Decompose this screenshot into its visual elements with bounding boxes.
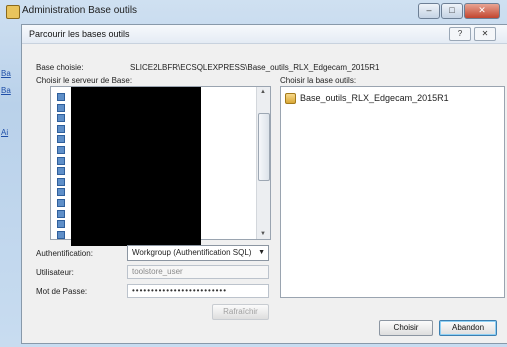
refresh-button[interactable]: Rafraîchir bbox=[212, 304, 269, 320]
database-icon bbox=[285, 92, 296, 104]
chevron-down-icon: ▼ bbox=[258, 249, 265, 256]
password-label: Mot de Passe: bbox=[36, 287, 88, 296]
side-link-1[interactable]: Ba bbox=[1, 69, 11, 78]
scroll-down-icon[interactable]: ▼ bbox=[259, 231, 267, 237]
close-window-icon[interactable]: ✕ bbox=[464, 3, 500, 19]
base-list[interactable]: Base_outils_RLX_Edgecam_2015R1 bbox=[280, 86, 505, 298]
server-icon[interactable] bbox=[57, 156, 65, 165]
side-link-3[interactable]: Ai bbox=[1, 128, 8, 137]
maximize-icon[interactable]: □ bbox=[441, 3, 463, 19]
dialog-title: Parcourir les bases outils bbox=[29, 29, 130, 39]
server-icon[interactable] bbox=[57, 199, 65, 207]
server-icon[interactable] bbox=[57, 146, 65, 154]
outer-window: Administration Base outils – □ ✕ Ba Ba A… bbox=[0, 0, 507, 347]
app-icon bbox=[6, 5, 20, 19]
server-icon[interactable] bbox=[57, 188, 65, 197]
server-icon[interactable] bbox=[57, 167, 65, 176]
server-list[interactable]: ▲ ▼ bbox=[50, 86, 271, 246]
scroll-up-icon[interactable]: ▲ bbox=[259, 89, 267, 95]
side-link-2[interactable]: Ba bbox=[1, 86, 11, 95]
server-icon[interactable] bbox=[57, 230, 65, 239]
browse-dialog: Parcourir les bases outils ? ✕ Base choi… bbox=[21, 24, 507, 344]
window-controls: – □ ✕ bbox=[418, 3, 500, 19]
auth-select-value: Workgroup (Authentification SQL) bbox=[132, 248, 252, 257]
choose-button[interactable]: Choisir bbox=[379, 320, 433, 336]
redacted-area bbox=[71, 87, 201, 246]
list-item[interactable]: Base_outils_RLX_Edgecam_2015R1 bbox=[285, 92, 449, 104]
dialog-close-icon[interactable]: ✕ bbox=[474, 27, 496, 41]
server-icon[interactable] bbox=[57, 209, 65, 218]
user-field[interactable]: toolstore_user bbox=[127, 265, 269, 279]
user-label: Utilisateur: bbox=[36, 268, 74, 277]
help-button[interactable]: ? bbox=[449, 27, 471, 41]
dialog-title-bar[interactable]: Parcourir les bases outils ? ✕ bbox=[22, 25, 507, 44]
auth-label: Authentification: bbox=[36, 249, 93, 258]
server-icon[interactable] bbox=[57, 93, 65, 101]
outer-window-title: Administration Base outils bbox=[22, 5, 138, 16]
server-icon[interactable] bbox=[57, 114, 65, 123]
scroll-thumb[interactable] bbox=[258, 113, 270, 181]
base-list-label: Choisir la base outils: bbox=[280, 76, 357, 85]
auth-select[interactable]: Workgroup (Authentification SQL) ▼ bbox=[127, 245, 269, 261]
server-list-scrollbar[interactable]: ▲ ▼ bbox=[256, 87, 270, 239]
server-icon[interactable] bbox=[57, 220, 65, 229]
base-choisie-label: Base choisie: bbox=[36, 63, 84, 72]
password-field[interactable]: ••••••••••••••••••••••••• bbox=[127, 284, 269, 298]
server-icon[interactable] bbox=[57, 103, 65, 112]
base-item-label: Base_outils_RLX_Edgecam_2015R1 bbox=[300, 93, 449, 103]
minimize-icon[interactable]: – bbox=[418, 3, 440, 19]
server-list-label: Choisir le serveur de Base: bbox=[36, 76, 133, 85]
base-choisie-value: SLICE2LBFR\ECSQLEXPRESS\Base_outils_RLX_… bbox=[130, 63, 380, 72]
server-icon[interactable] bbox=[57, 135, 65, 144]
server-icon[interactable] bbox=[57, 177, 65, 186]
cancel-button[interactable]: Abandon bbox=[439, 320, 497, 336]
server-icon[interactable] bbox=[57, 124, 65, 133]
outer-title-bar[interactable]: Administration Base outils – □ ✕ bbox=[0, 0, 507, 22]
